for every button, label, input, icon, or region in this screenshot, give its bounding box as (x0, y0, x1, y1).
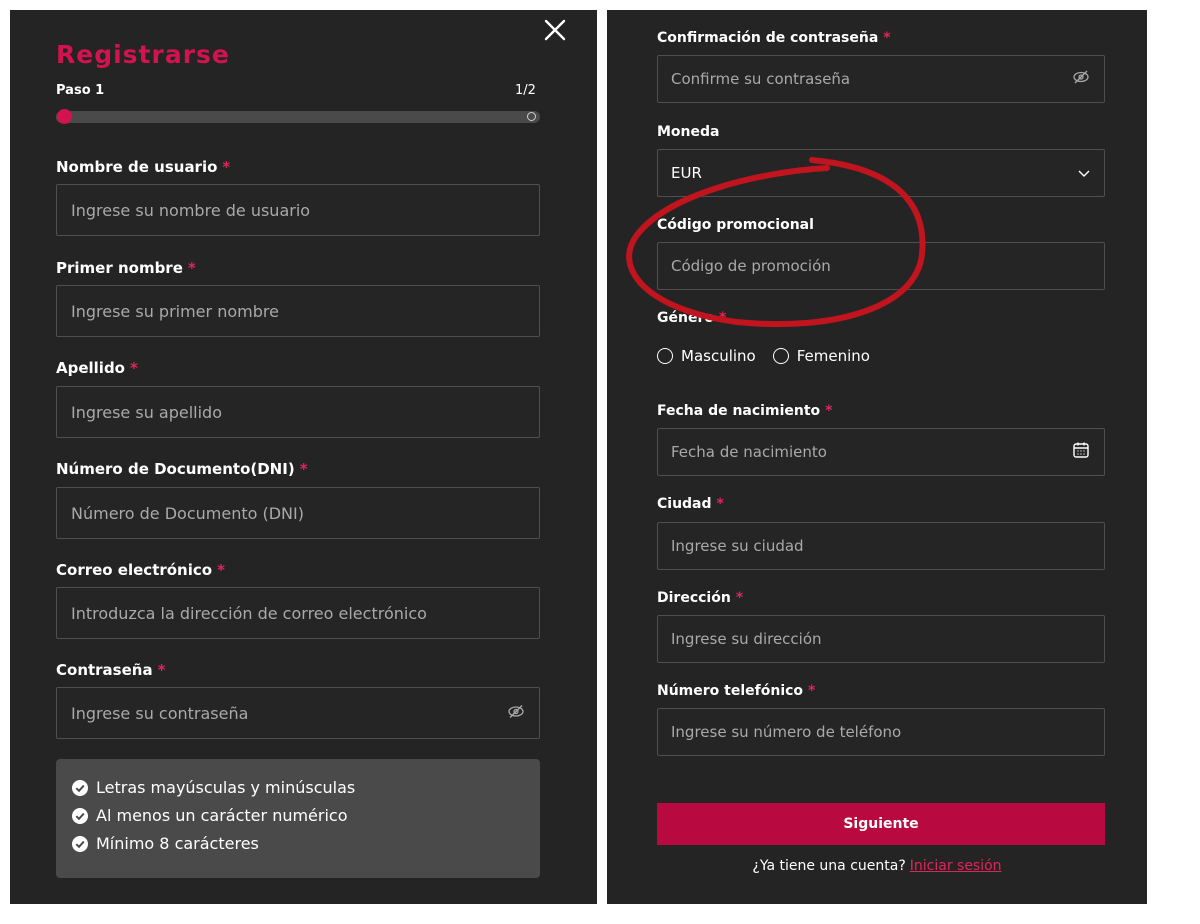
confirm-password-placeholder: Confirme su contraseña (671, 70, 851, 88)
phone-label: Número telefónico * (657, 683, 816, 699)
address-label: Dirección * (657, 590, 744, 606)
requirement-item: Al menos un carácter numérico (72, 806, 348, 825)
gender-male-radio[interactable]: Masculino (657, 347, 756, 365)
radio-circle-icon (657, 348, 673, 364)
registration-continued-panel: Confirmación de contraseña * Confirme su … (607, 10, 1147, 904)
password-requirements: Letras mayúsculas y minúsculas Al menos … (56, 759, 540, 878)
confirm-password-field[interactable]: Confirme su contraseña (657, 55, 1105, 103)
chevron-down-icon (1078, 164, 1090, 182)
dni-label: Número de Documento(DNI) * (56, 460, 308, 478)
currency-value: EUR (671, 164, 702, 182)
password-label: Contraseña * (56, 661, 166, 679)
gender-male-label: Masculino (681, 347, 756, 365)
password-field[interactable]: Ingrese su contraseña (56, 687, 540, 739)
check-circle-icon (72, 807, 88, 824)
promo-code-input[interactable]: Código de promoción (657, 242, 1105, 290)
birthdate-label: Fecha de nacimiento * (657, 403, 833, 419)
gender-label: Género * (657, 310, 727, 326)
check-circle-icon (72, 779, 88, 796)
first-name-label: Primer nombre * (56, 259, 196, 277)
progress-step-1-dot (57, 109, 72, 124)
first-name-input[interactable]: Ingrese su primer nombre (56, 285, 540, 337)
city-input[interactable]: Ingrese su ciudad (657, 522, 1105, 570)
eye-off-icon[interactable] (507, 704, 525, 723)
eye-off-icon[interactable] (1072, 70, 1090, 88)
page-title: Registrarse (56, 40, 230, 69)
gender-female-radio[interactable]: Femenino (772, 347, 870, 365)
password-placeholder: Ingrese su contraseña (71, 703, 249, 723)
email-input[interactable]: Introduzca la dirección de correo electr… (56, 587, 540, 639)
last-name-label: Apellido * (56, 359, 138, 377)
currency-label: Moneda (657, 124, 720, 140)
progress-step-2-dot (527, 112, 536, 121)
check-circle-icon (72, 835, 88, 852)
progress-fill (56, 111, 298, 123)
dni-input[interactable]: Número de Documento (DNI) (56, 487, 540, 539)
registration-step-panel: Registrarse Paso 1 1/2 Nombre de usuario… (10, 10, 597, 904)
email-label: Correo electrónico * (56, 561, 225, 579)
username-input[interactable]: Ingrese su nombre de usuario (56, 184, 540, 236)
step-count: 1/2 (515, 83, 536, 98)
calendar-icon[interactable] (1072, 441, 1090, 463)
gender-radio-group: Masculino Femenino (657, 347, 887, 365)
phone-input[interactable]: Ingrese su número de teléfono (657, 708, 1105, 756)
next-button[interactable]: Siguiente (657, 803, 1105, 845)
birthdate-field[interactable]: Fecha de nacimiento (657, 428, 1105, 476)
login-link[interactable]: Iniciar sesión (910, 858, 1002, 874)
last-name-input[interactable]: Ingrese su apellido (56, 386, 540, 438)
address-input[interactable]: Ingrese su dirección (657, 615, 1105, 663)
username-label: Nombre de usuario * (56, 158, 231, 176)
gender-female-label: Femenino (796, 347, 870, 365)
login-prompt: ¿Ya tiene una cuenta? Iniciar sesión (607, 858, 1147, 874)
radio-circle-icon (772, 348, 789, 364)
login-prompt-text: ¿Ya tiene una cuenta? (752, 858, 906, 874)
city-label: Ciudad * (657, 496, 724, 512)
progress-bar (56, 111, 540, 123)
birthdate-placeholder: Fecha de nacimiento (671, 443, 827, 461)
promo-code-label: Código promocional (657, 217, 814, 233)
close-icon[interactable] (541, 16, 569, 44)
requirement-item: Mínimo 8 carácteres (72, 834, 259, 853)
requirement-item: Letras mayúsculas y minúsculas (72, 778, 355, 797)
step-label: Paso 1 (56, 83, 105, 98)
confirm-password-label: Confirmación de contraseña * (657, 30, 891, 46)
currency-select[interactable]: EUR (657, 149, 1105, 197)
